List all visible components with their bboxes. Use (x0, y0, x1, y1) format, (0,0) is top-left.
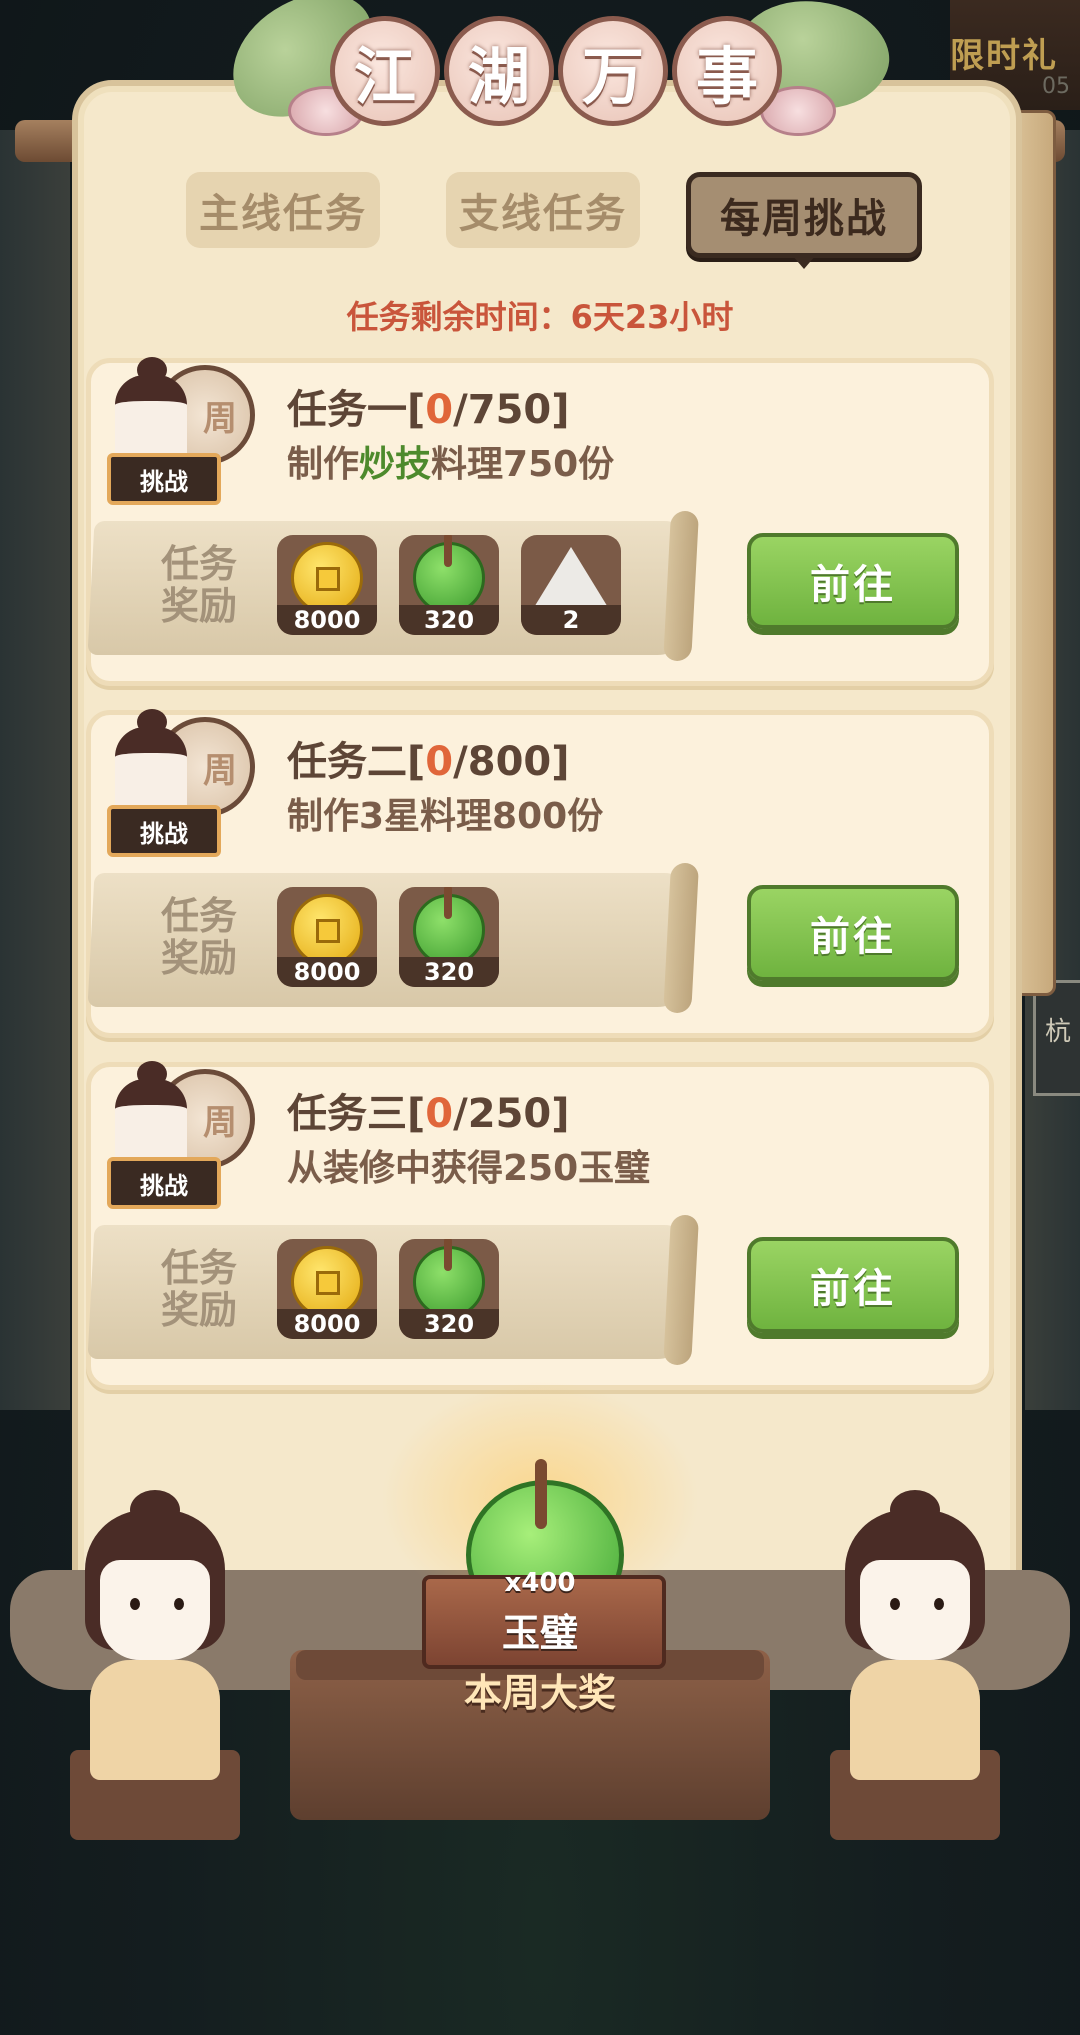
task-card-3: 周 挑战 任务三[0/250] 从装修中获得250玉璧 任务奖励 8000 32… (86, 1059, 994, 1390)
reward-item-rice-ball[interactable]: 2 (521, 535, 621, 635)
task-title: 任务三[0/250] (287, 1091, 570, 1137)
tab-main-quest[interactable]: 主线任务 (186, 172, 380, 248)
reward-label: 任务奖励 (160, 542, 237, 628)
reward-item-jade[interactable]: 320 (399, 887, 499, 987)
remaining-time-text: 任务剩余时间：6天23小时 (346, 298, 734, 336)
left-girl-character (60, 1480, 260, 1840)
tab-side-quest[interactable]: 支线任务 (446, 172, 640, 248)
challenge-avatar: 周 挑战 (105, 1059, 255, 1209)
rice-ball-icon (533, 547, 609, 609)
reward-item-jade[interactable]: 320 (399, 1239, 499, 1339)
background-shop-sign: 杭 (1033, 980, 1080, 1096)
challenge-badge: 挑战 (107, 805, 221, 857)
task-card-2: 周 挑战 任务二[0/800] 制作3星料理800份 任务奖励 8000 320… (86, 707, 994, 1038)
reward-item-coin[interactable]: 8000 (277, 1239, 377, 1339)
title-char: 江 (330, 16, 440, 126)
reward-label: 任务奖励 (160, 1246, 237, 1332)
right-girl-character (820, 1480, 1020, 1840)
title-char: 湖 (444, 16, 554, 126)
page-title: 江 湖 万 事 (330, 16, 782, 126)
task-description: 制作3星料理800份 (287, 796, 604, 837)
task-card-1: 周 挑战 任务一[0/750] 制作炒技料理750份 任务奖励 8000 320… (86, 355, 994, 686)
challenge-avatar: 周 挑战 (105, 355, 255, 505)
reward-item-coin[interactable]: 8000 (277, 887, 377, 987)
grand-prize-caption: 本周大奖 (463, 1671, 616, 1715)
reward-label: 任务奖励 (160, 894, 237, 980)
go-button-task-3[interactable]: 前往 (747, 1237, 959, 1333)
task-title: 任务一[0/750] (287, 387, 570, 433)
task-description: 制作炒技料理750份 (287, 444, 615, 485)
copper-coin-icon (291, 542, 363, 614)
limited-gift-timer: 05 (1042, 74, 1070, 99)
tab-weekly-challenge[interactable]: 每周挑战 (686, 172, 922, 258)
jade-disc-icon (413, 1239, 485, 1318)
task-title: 任务二[0/800] (287, 739, 570, 785)
go-button-task-2[interactable]: 前往 (747, 885, 959, 981)
go-button-task-1[interactable]: 前往 (747, 533, 959, 629)
active-tab-pointer (792, 255, 816, 269)
challenge-avatar: 周 挑战 (105, 707, 255, 857)
grand-prize-name: 玉璧 (501, 1611, 578, 1655)
copper-coin-icon (291, 1246, 363, 1318)
grand-prize-count: x400 (504, 1568, 576, 1598)
copper-coin-icon (291, 894, 363, 966)
challenge-badge: 挑战 (107, 1157, 221, 1209)
jade-disc-icon (413, 535, 485, 614)
reward-item-coin[interactable]: 8000 (277, 535, 377, 635)
task-description: 从装修中获得250玉璧 (287, 1148, 651, 1189)
jade-disc-icon (413, 887, 485, 966)
title-char: 事 (672, 16, 782, 126)
reward-item-jade[interactable]: 320 (399, 535, 499, 635)
title-char: 万 (558, 16, 668, 126)
challenge-badge: 挑战 (107, 453, 221, 505)
